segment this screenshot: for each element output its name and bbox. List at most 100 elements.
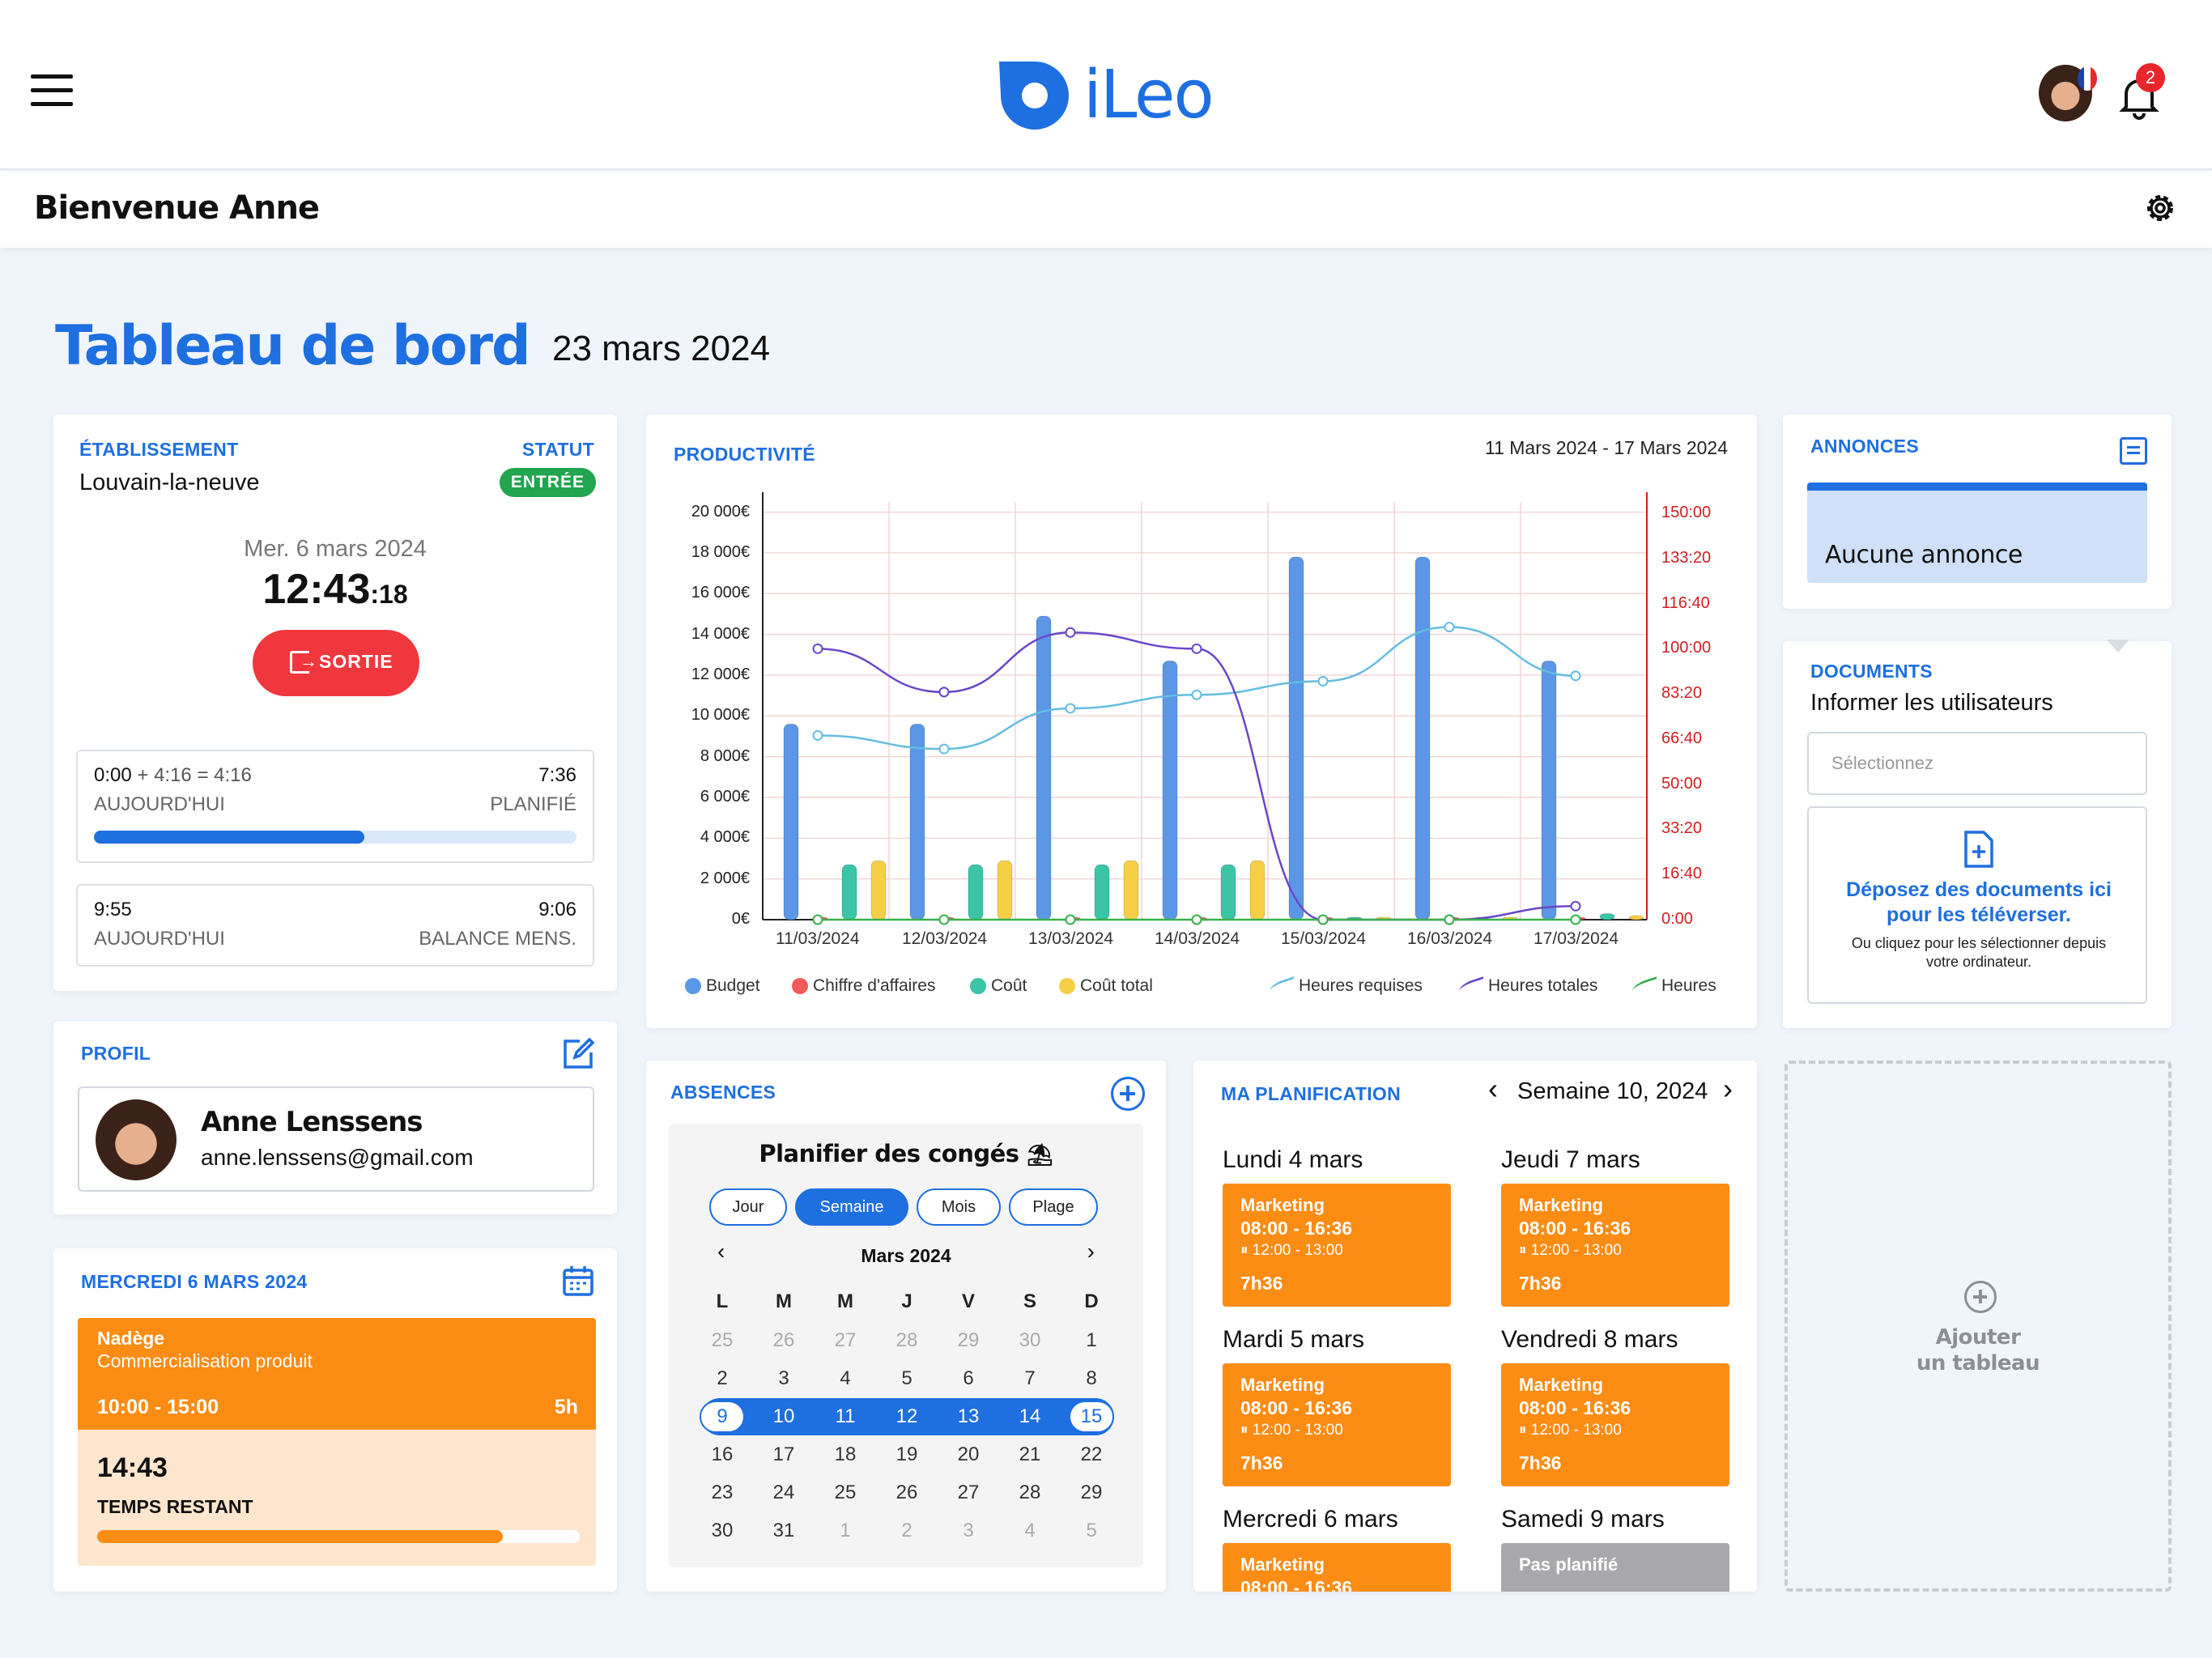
day-label-wed: Mercredi 6 mars <box>1223 1506 1398 1533</box>
calendar-day[interactable]: 4 <box>1006 1515 1054 1547</box>
calendar-day[interactable]: 27 <box>821 1324 870 1357</box>
calendar-day[interactable]: 2 <box>883 1515 931 1547</box>
announcements-icon[interactable] <box>2120 437 2147 465</box>
calendar-day[interactable]: 22 <box>1067 1439 1116 1471</box>
next-week-icon[interactable]: › <box>1723 1072 1733 1106</box>
x-tick-label: 11/03/2024 <box>776 929 860 948</box>
shift-sat[interactable]: Pas planifié <box>1501 1543 1729 1592</box>
logo-text: iLeo <box>1083 57 1214 134</box>
calendar-day[interactable]: 25 <box>698 1324 747 1357</box>
calendar-day[interactable]: 14 <box>1006 1401 1054 1433</box>
calendar-day[interactable]: 31 <box>759 1515 808 1547</box>
shift-tue[interactable]: Marketing 08:00 - 16:36 ⏸ 12:00 - 13:00 … <box>1223 1363 1451 1486</box>
shift-break: ⏸ 12:00 - 13:00 <box>1240 1422 1343 1439</box>
calendar-day[interactable]: 9 <box>700 1401 745 1433</box>
pause-icon: ⏸ <box>1519 1422 1531 1439</box>
calendar-day[interactable]: 1 <box>1067 1324 1116 1357</box>
calendar-day[interactable]: 10 <box>759 1401 808 1433</box>
status-badge: ENTRÉE <box>499 468 596 497</box>
legend-swatch <box>1059 978 1075 994</box>
bar-budget <box>783 723 799 920</box>
tab-plage[interactable]: Plage <box>1009 1188 1098 1226</box>
calendar-day[interactable]: 29 <box>944 1324 993 1357</box>
today-formula-rest: + 4:16 = 4:16 <box>131 764 252 786</box>
profile-card: PROFIL Anne Lenssens anne.lenssens@gmail… <box>53 1022 617 1214</box>
calendar-day[interactable]: 21 <box>1006 1439 1054 1471</box>
legend-label: Heures requises <box>1299 976 1423 995</box>
calendar-day[interactable]: 30 <box>1006 1324 1054 1357</box>
welcome-text: Bienvenue Anne <box>34 189 320 227</box>
calendar-day[interactable]: 8 <box>1067 1363 1116 1395</box>
shift-fri[interactable]: Marketing 08:00 - 16:36 ⏸ 12:00 - 13:00 … <box>1501 1363 1729 1486</box>
tab-jour[interactable]: Jour <box>709 1188 787 1226</box>
y-left-tick: 4 000€ <box>700 828 750 847</box>
legend-label: Coût total <box>1080 976 1153 995</box>
calendar-day[interactable]: 2 <box>698 1363 747 1395</box>
legend-item[interactable]: Heures requises <box>1270 976 1423 996</box>
next-month-icon[interactable]: › <box>1087 1239 1095 1265</box>
calendar-day[interactable]: 29 <box>1067 1477 1116 1509</box>
calendar-day[interactable]: 20 <box>944 1439 993 1471</box>
legend-item[interactable]: Heures totales <box>1459 976 1597 996</box>
calendar-day[interactable]: 13 <box>944 1401 993 1433</box>
add-absence-icon[interactable] <box>1111 1077 1145 1111</box>
documents-dropzone[interactable]: Déposez des documents ici pour les télév… <box>1807 806 2147 1004</box>
x-tick-label: 15/03/2024 <box>1281 929 1367 948</box>
legend-item[interactable]: Chiffre d'affaires <box>792 976 935 996</box>
calendar-day[interactable]: 1 <box>821 1515 870 1547</box>
calendar-day[interactable]: 18 <box>821 1439 870 1471</box>
calendar-icon[interactable] <box>562 1265 594 1297</box>
calendar-day[interactable]: 24 <box>759 1477 808 1509</box>
weekday-header: M <box>837 1290 853 1312</box>
calendar-day[interactable]: 23 <box>698 1477 747 1509</box>
shift-team: Marketing <box>1240 1195 1325 1215</box>
add-board-button[interactable]: Ajouter un tableau <box>1784 1061 2172 1592</box>
legend-item[interactable]: Coût total <box>1059 976 1153 996</box>
y-left-tick: 8 000€ <box>700 746 750 765</box>
edit-icon[interactable] <box>562 1037 595 1070</box>
calendar-day[interactable]: 28 <box>883 1324 931 1357</box>
calendar-day[interactable]: 15 <box>1069 1401 1114 1433</box>
add-board-icon <box>1964 1281 1997 1313</box>
exit-button[interactable]: → SORTIE <box>253 630 419 696</box>
gear-icon[interactable] <box>2142 189 2179 227</box>
calendar-day[interactable]: 7 <box>1006 1363 1054 1395</box>
calendar-day[interactable]: 30 <box>698 1515 747 1547</box>
shift-thu[interactable]: Marketing 08:00 - 16:36 ⏸ 12:00 - 13:00 … <box>1501 1184 1729 1307</box>
shift-wed[interactable]: Marketing 08:00 - 16:36 <box>1223 1543 1451 1592</box>
calendar-day[interactable]: 4 <box>821 1363 870 1395</box>
shift-team: Marketing <box>1240 1554 1325 1575</box>
add-board-label: Ajouter un tableau <box>1788 1324 2168 1376</box>
tab-mois[interactable]: Mois <box>917 1188 1001 1226</box>
calendar-day[interactable]: 11 <box>821 1401 870 1433</box>
tab-semaine[interactable]: Semaine <box>795 1188 908 1226</box>
calendar-day[interactable]: 3 <box>944 1515 993 1547</box>
calendar-day[interactable]: 3 <box>759 1363 808 1395</box>
calendar-day[interactable]: 17 <box>759 1439 808 1471</box>
shift-total: 7h36 <box>1519 1452 1562 1473</box>
prev-week-icon[interactable]: ‹ <box>1488 1072 1498 1106</box>
legend-item[interactable]: Budget <box>685 976 760 996</box>
balance-month-value: 9:06 <box>538 899 576 920</box>
y-left-tick: 12 000€ <box>691 665 750 683</box>
documents-select[interactable]: Sélectionnez <box>1807 732 2147 795</box>
legend-item[interactable]: Heures <box>1632 976 1716 996</box>
dropzone-title: Déposez des documents ici pour les télév… <box>1846 878 2112 926</box>
calendar-day[interactable]: 28 <box>1006 1477 1054 1509</box>
calendar-day[interactable]: 26 <box>883 1477 931 1509</box>
calendar-day[interactable]: 25 <box>821 1477 870 1509</box>
menu-icon[interactable] <box>31 74 74 107</box>
legend-item[interactable]: Coût <box>970 976 1027 996</box>
shift-mon[interactable]: Marketing 08:00 - 16:36 ⏸ 12:00 - 13:00 … <box>1223 1184 1451 1307</box>
calendar-day[interactable]: 5 <box>1067 1515 1116 1547</box>
calendar-day[interactable]: 12 <box>883 1401 931 1433</box>
calendar-day[interactable]: 5 <box>883 1363 931 1395</box>
calendar-day[interactable]: 19 <box>883 1439 931 1471</box>
dashboard-date: 23 mars 2024 <box>552 329 771 368</box>
calendar-day[interactable]: 16 <box>698 1439 747 1471</box>
announcement-empty-text: Aucune annonce <box>1825 541 2023 569</box>
calendar-day[interactable]: 26 <box>759 1324 808 1357</box>
calendar-day[interactable]: 27 <box>944 1477 993 1509</box>
shift-break-value: 12:00 - 13:00 <box>1530 1422 1622 1439</box>
calendar-day[interactable]: 6 <box>944 1363 993 1395</box>
